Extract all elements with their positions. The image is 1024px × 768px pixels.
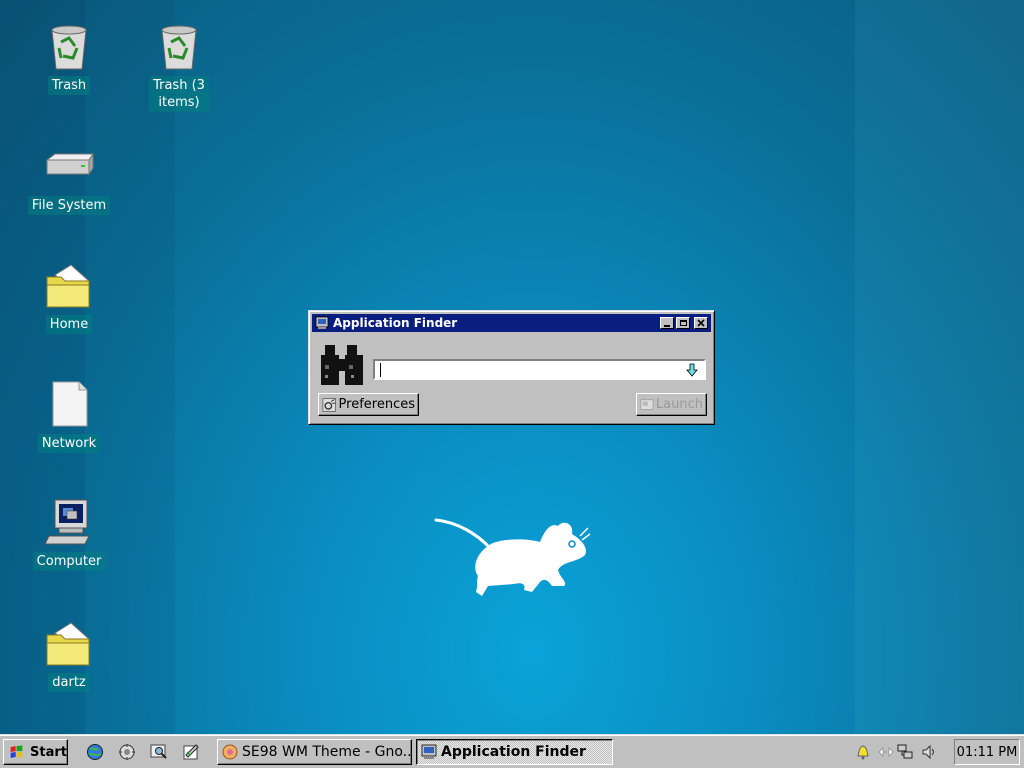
desktop-icon-label: File System bbox=[27, 196, 111, 215]
desktop-icon-label: Trash (3 items) bbox=[149, 76, 209, 112]
task-label: Application Finder bbox=[441, 744, 586, 760]
network-icon[interactable] bbox=[897, 744, 913, 760]
start-label: Start bbox=[30, 744, 67, 760]
search-icon[interactable] bbox=[150, 743, 168, 761]
taskbar-clock[interactable]: 01:11 PM bbox=[954, 739, 1020, 765]
minimize-icon bbox=[664, 324, 670, 327]
close-icon bbox=[697, 319, 705, 327]
launch-label: Launch bbox=[655, 397, 703, 412]
document-icon bbox=[52, 381, 88, 427]
maximize-button[interactable] bbox=[676, 317, 690, 329]
start-button[interactable]: Start bbox=[3, 739, 68, 765]
desktop-icon-file-system[interactable]: File System bbox=[15, 142, 123, 215]
taskbar-task-application-finder[interactable]: Application Finder bbox=[416, 739, 613, 765]
dropdown-arrow-icon[interactable] bbox=[684, 362, 700, 378]
app-finder-icon bbox=[315, 316, 329, 329]
desktop-icon-computer[interactable]: Computer bbox=[15, 498, 123, 571]
folder-icon bbox=[46, 264, 90, 308]
app-finder-icon bbox=[421, 744, 437, 759]
preferences-button[interactable]: Preferences bbox=[318, 393, 419, 416]
window-titlebar[interactable]: Application Finder bbox=[312, 314, 711, 332]
settings-icon[interactable] bbox=[118, 743, 136, 761]
bell-icon[interactable] bbox=[855, 744, 871, 760]
clock-time: 01:11 PM bbox=[956, 744, 1018, 760]
taskbar: Start SE98 WM Theme - Gno... Application… bbox=[0, 734, 1024, 768]
computer-icon bbox=[44, 499, 90, 545]
task-label: SE98 WM Theme - Gno... bbox=[242, 744, 412, 760]
binoculars-icon bbox=[321, 345, 363, 385]
drive-icon bbox=[45, 152, 94, 176]
folder-icon bbox=[46, 622, 90, 666]
editor-icon[interactable] bbox=[182, 743, 200, 761]
desktop-icon-network[interactable]: Network bbox=[15, 380, 123, 453]
xfce-mouse-logo bbox=[434, 518, 591, 596]
window-title: Application Finder bbox=[333, 316, 458, 330]
taskbar-task-se98-theme[interactable]: SE98 WM Theme - Gno... bbox=[217, 739, 412, 765]
maximize-icon bbox=[679, 320, 687, 326]
trash-icon bbox=[161, 25, 197, 70]
globe-icon[interactable] bbox=[86, 743, 104, 761]
application-finder-window: Application Finder Preferences Launch bbox=[308, 310, 715, 425]
close-button[interactable] bbox=[694, 317, 708, 329]
desktop-icon-trash-full[interactable]: Trash (3 items) bbox=[125, 22, 233, 112]
desktop-icon-label: Trash bbox=[47, 76, 91, 95]
arrows-icon[interactable] bbox=[878, 744, 894, 760]
desktop-icon-label: Home bbox=[45, 315, 93, 334]
launch-icon bbox=[640, 398, 654, 410]
desktop-icon-trash[interactable]: Trash bbox=[15, 22, 123, 95]
trash-icon bbox=[51, 25, 87, 70]
text-caret bbox=[380, 363, 381, 377]
application-search-combobox[interactable] bbox=[373, 359, 706, 380]
launch-button[interactable]: Launch bbox=[636, 393, 707, 416]
volume-icon[interactable] bbox=[921, 744, 937, 760]
desktop-icon-home[interactable]: Home bbox=[15, 261, 123, 334]
minimize-button[interactable] bbox=[660, 317, 674, 329]
desktop-icon-label: dartz bbox=[48, 673, 90, 692]
start-logo-icon bbox=[10, 745, 23, 758]
browser-icon bbox=[222, 744, 238, 760]
search-input[interactable] bbox=[383, 362, 673, 377]
desktop-icon-dartz[interactable]: dartz bbox=[15, 619, 123, 692]
desktop-icon-label: Computer bbox=[32, 552, 106, 571]
preferences-label: Preferences bbox=[338, 397, 415, 412]
preferences-icon bbox=[322, 397, 336, 412]
desktop-icon-label: Network bbox=[37, 434, 101, 453]
